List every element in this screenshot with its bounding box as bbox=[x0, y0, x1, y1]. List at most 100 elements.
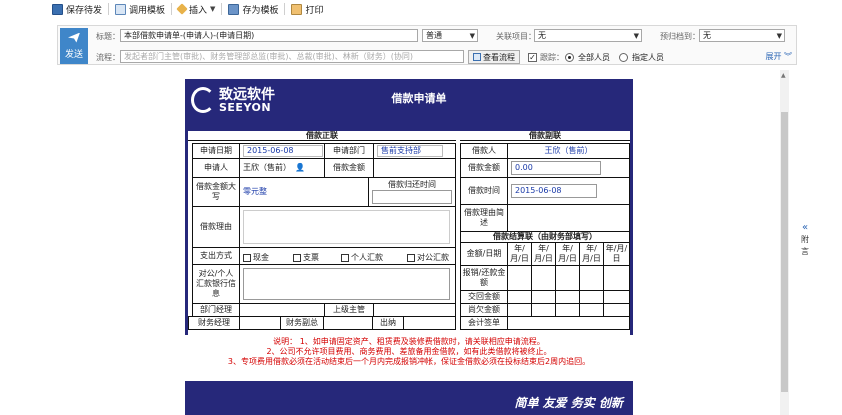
use-template-button[interactable]: 调用模板 bbox=[109, 1, 171, 17]
expand-link[interactable]: 展开 ︾ bbox=[765, 51, 792, 62]
personal-checkbox[interactable] bbox=[341, 253, 349, 262]
flow-icon bbox=[473, 53, 481, 61]
save-template-label: 存为模板 bbox=[242, 5, 279, 16]
amount-field[interactable] bbox=[377, 161, 437, 175]
track-label: 跟踪： bbox=[540, 53, 564, 62]
superior-value[interactable] bbox=[373, 303, 456, 317]
print-button[interactable]: 打印 bbox=[285, 1, 329, 17]
return-slot-5[interactable] bbox=[603, 290, 630, 304]
title-label: 标题： bbox=[96, 32, 120, 41]
reason-textarea[interactable] bbox=[243, 210, 450, 244]
sub-borrower-label: 借款人 bbox=[460, 143, 508, 159]
all-people-radio[interactable] bbox=[565, 53, 574, 62]
send-button[interactable]: 发送 bbox=[60, 28, 88, 64]
corporate-checkbox[interactable] bbox=[407, 253, 415, 262]
insert-button[interactable]: 插入 ▼ bbox=[172, 1, 221, 17]
applicant-label: 申请人 bbox=[192, 158, 240, 178]
archive-select[interactable]: 无 bbox=[699, 29, 785, 42]
insert-label: 插入 bbox=[189, 5, 208, 16]
company-slogan: 简单 友爱 务实 创新 bbox=[514, 396, 623, 410]
title-input[interactable]: 本部借款申请单-(申请人)-(申请日期) bbox=[120, 29, 418, 42]
dept-manager-value[interactable] bbox=[239, 303, 325, 317]
amount-cell bbox=[373, 158, 456, 178]
owed-slot-4[interactable] bbox=[579, 303, 604, 317]
date-slot-2[interactable]: 年/月/日 bbox=[531, 242, 556, 266]
owed-slot-2[interactable] bbox=[531, 303, 556, 317]
owed-slot-3[interactable] bbox=[555, 303, 580, 317]
applicant-cell: 王欣（售前） 👤 bbox=[239, 158, 325, 178]
sub-reason-field[interactable] bbox=[511, 207, 611, 229]
return-slot-4[interactable] bbox=[579, 290, 604, 304]
date-slot-4[interactable]: 年/月/日 bbox=[579, 242, 604, 266]
reimburse-slot-3[interactable] bbox=[555, 265, 580, 291]
save-template-button[interactable]: 存为模板 bbox=[222, 1, 284, 17]
bank-info-label: 对公/个人汇款银行信息 bbox=[192, 264, 240, 304]
return-amount-label: 交回金额 bbox=[460, 290, 508, 304]
apply-date-cell: 2015-06-08 bbox=[239, 143, 325, 159]
apply-dept-label: 申请部门 bbox=[324, 143, 374, 159]
sub-reason-cell bbox=[507, 204, 630, 232]
owed-slot-1[interactable] bbox=[507, 303, 532, 317]
save-draft-label: 保存待发 bbox=[66, 5, 103, 16]
send-header: 发送 标题： 本部借款申请单-(申请人)-(申请日期) 普通 关联项目： 无 预… bbox=[57, 25, 797, 65]
pay-method-label: 支出方式 bbox=[192, 247, 240, 265]
return-time-field[interactable] bbox=[372, 190, 452, 204]
scroll-up-icon[interactable]: ▲ bbox=[781, 72, 786, 79]
form-notes: 说明： 1、如申请固定资产、租赁费及装修费借款时，请关联相应申请流程。 2、公司… bbox=[185, 335, 633, 381]
accountant-value[interactable] bbox=[507, 316, 630, 330]
related-project-label: 关联项目： bbox=[496, 32, 536, 41]
pay-personal-option[interactable]: 个人汇款 bbox=[341, 252, 383, 263]
date-slot-3[interactable]: 年/月/日 bbox=[555, 242, 580, 266]
date-slot-1[interactable]: 年/月/日 bbox=[507, 242, 532, 266]
sub-borrower-cell: 王欣（售前） bbox=[507, 143, 630, 159]
view-flow-button[interactable]: 查看流程 bbox=[468, 50, 520, 64]
flow-input[interactable]: 发起者部门主管(审批)、财务管理部总监(审批)、总裁(审批)、林新（财务）(协同… bbox=[120, 50, 464, 63]
sub-amount-field[interactable]: 0.00 bbox=[511, 161, 601, 175]
cashier-value[interactable] bbox=[403, 316, 456, 330]
expand-label: 展开 bbox=[765, 52, 782, 61]
vertical-scrollbar[interactable]: ▲ bbox=[780, 70, 789, 415]
pay-cash-option[interactable]: 现金 bbox=[243, 252, 269, 263]
sub-borrower-value: 王欣（售前） bbox=[544, 146, 593, 155]
return-slot-2[interactable] bbox=[531, 290, 556, 304]
date-slot-5[interactable]: 年/月/日 bbox=[603, 242, 630, 266]
double-chevron-left-icon: « bbox=[801, 222, 809, 233]
specified-people-radio[interactable] bbox=[619, 53, 628, 62]
reason-label: 借款理由 bbox=[192, 206, 240, 248]
all-people-label: 全部人员 bbox=[578, 53, 610, 62]
related-project-select[interactable]: 无 bbox=[534, 29, 642, 42]
pay-corporate-option[interactable]: 对公汇款 bbox=[407, 252, 449, 263]
pay-cash-label: 现金 bbox=[253, 253, 269, 262]
reimburse-slot-2[interactable] bbox=[531, 265, 556, 291]
return-slot-1[interactable] bbox=[507, 290, 532, 304]
person-icon[interactable]: 👤 bbox=[295, 163, 305, 173]
owed-slot-5[interactable] bbox=[603, 303, 630, 317]
importance-select[interactable]: 普通 bbox=[422, 29, 478, 42]
finance-deputy-value[interactable] bbox=[323, 316, 373, 330]
applicant-value: 王欣（售前） bbox=[243, 163, 291, 172]
superior-label: 上级主管 bbox=[324, 303, 374, 317]
check-checkbox[interactable] bbox=[293, 253, 301, 262]
apply-dept-field[interactable]: 售前支持部 bbox=[377, 145, 443, 157]
save-draft-button[interactable]: 保存待发 bbox=[46, 1, 108, 17]
attachment-note-tab[interactable]: « 附言 bbox=[798, 222, 812, 258]
return-slot-3[interactable] bbox=[555, 290, 580, 304]
pay-check-option[interactable]: 支票 bbox=[293, 252, 319, 263]
bank-info-textarea[interactable] bbox=[243, 268, 450, 300]
scrollbar-thumb[interactable] bbox=[781, 112, 788, 392]
sub-amount-label: 借款金额 bbox=[460, 158, 508, 178]
return-time-label: 借款归还时间 bbox=[388, 180, 436, 189]
amount-upper-value: 零元整 bbox=[243, 187, 267, 196]
pay-corporate-label: 对公汇款 bbox=[417, 253, 449, 262]
note-line-3: 3、专项费用借款必须在活动结束后一个月内完成报销冲帐，保证金借款必须在投标结束后… bbox=[227, 357, 591, 366]
apply-dept-cell: 售前支持部 bbox=[373, 143, 456, 159]
finance-manager-value[interactable] bbox=[239, 316, 281, 330]
reimburse-slot-5[interactable] bbox=[603, 265, 630, 291]
sub-time-field[interactable]: 2015-06-08 bbox=[511, 184, 597, 198]
cash-checkbox[interactable] bbox=[243, 253, 251, 262]
track-checkbox[interactable]: ✓ bbox=[528, 53, 537, 62]
reimburse-slot-1[interactable] bbox=[507, 265, 532, 291]
reimburse-slot-4[interactable] bbox=[579, 265, 604, 291]
apply-date-field[interactable]: 2015-06-08 bbox=[243, 145, 323, 157]
send-icon bbox=[68, 32, 80, 43]
